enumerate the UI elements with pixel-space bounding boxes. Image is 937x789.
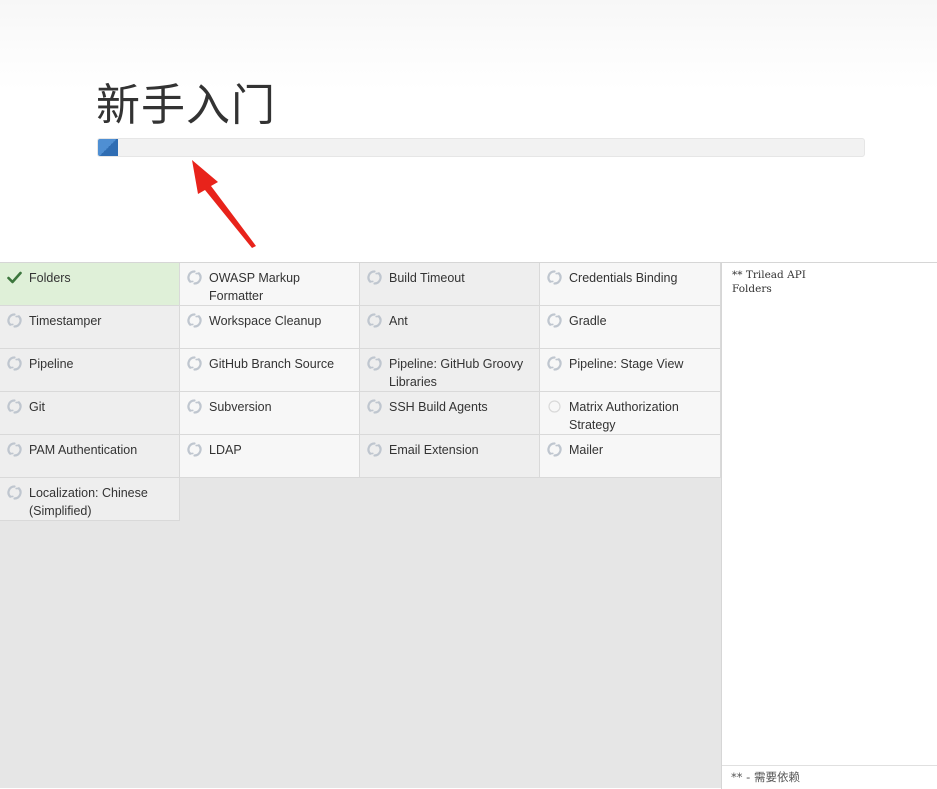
refresh-spinner-icon: [367, 442, 382, 457]
plugin-name: Credentials Binding: [569, 271, 678, 285]
refresh-spinner-icon: [7, 485, 22, 500]
refresh-spinner-icon: [7, 313, 22, 328]
refresh-spinner-icon: [547, 313, 562, 328]
plugin-item: GitHub Branch Source: [180, 349, 360, 392]
plugin-item: Gradle: [540, 306, 721, 349]
plugin-name: Matrix Authorization Strategy: [569, 400, 679, 432]
refresh-spinner-icon: [7, 356, 22, 371]
plugin-item: OWASP Markup Formatter: [180, 263, 360, 306]
refresh-spinner-icon: [547, 356, 562, 371]
plugin-name: Mailer: [569, 443, 604, 457]
plugin-name: Subversion: [209, 400, 272, 414]
plugin-name: GitHub Branch Source: [209, 357, 335, 371]
refresh-spinner-icon: [187, 313, 202, 328]
refresh-spinner-icon: [187, 356, 202, 371]
refresh-spinner-icon: [7, 442, 22, 457]
plugin-item: Subversion: [180, 392, 360, 435]
plugin-item: Git: [0, 392, 180, 435]
plugin-name: Pipeline: [29, 357, 74, 371]
refresh-spinner-icon: [7, 399, 22, 414]
circle-icon: [547, 399, 562, 414]
plugin-name: Pipeline: Stage View: [569, 357, 684, 371]
plugin-name: SSH Build Agents: [389, 400, 488, 414]
plugin-item: Folders: [0, 263, 180, 306]
log-line: ** Trilead API: [732, 269, 806, 281]
plugin-item: Pipeline: GitHub Groovy Libraries: [360, 349, 540, 392]
refresh-spinner-icon: [367, 270, 382, 285]
plugin-item: Localization: Chinese (Simplified): [0, 478, 180, 521]
plugin-item: Build Timeout: [360, 263, 540, 306]
plugin-item: Email Extension: [360, 435, 540, 478]
plugin-name: Workspace Cleanup: [209, 314, 322, 328]
plugin-item: Pipeline: [0, 349, 180, 392]
plugin-name: Build Timeout: [389, 271, 465, 285]
plugin-name: Git: [29, 400, 45, 414]
plugin-grid: Folders OWASP Markup Formatter Build Timeo…: [0, 263, 721, 521]
plugin-item: Matrix Authorization Strategy: [540, 392, 721, 435]
plugin-name: Pipeline: GitHub Groovy Libraries: [389, 357, 524, 389]
refresh-spinner-icon: [547, 442, 562, 457]
refresh-spinner-icon: [187, 442, 202, 457]
plugin-name: Email Extension: [389, 443, 479, 457]
plugin-item: Timestamper: [0, 306, 180, 349]
checkmark-icon: [7, 270, 22, 285]
plugin-name: PAM Authentication: [29, 443, 138, 457]
plugin-install-panel: Folders OWASP Markup Formatter Build Timeo…: [0, 262, 937, 789]
refresh-spinner-icon: [367, 313, 382, 328]
install-progress-fill: [98, 139, 118, 156]
dependency-legend: ** - 需要依赖: [722, 765, 937, 789]
install-progress-bar: [97, 138, 865, 157]
install-log-text: ** Trilead API Folders: [732, 268, 806, 296]
refresh-spinner-icon: [187, 270, 202, 285]
plugin-item: SSH Build Agents: [360, 392, 540, 435]
refresh-spinner-icon: [367, 399, 382, 414]
plugin-item: LDAP: [180, 435, 360, 478]
refresh-spinner-icon: [547, 270, 562, 285]
plugin-item: Ant: [360, 306, 540, 349]
plugin-name: Localization: Chinese (Simplified): [29, 486, 148, 518]
plugin-name: Folders: [29, 271, 71, 285]
red-arrow-annotation-icon: [192, 160, 256, 248]
log-line: Folders: [732, 283, 772, 295]
plugin-item: Mailer: [540, 435, 721, 478]
plugin-name: Timestamper: [29, 314, 102, 328]
plugin-item: Workspace Cleanup: [180, 306, 360, 349]
refresh-spinner-icon: [187, 399, 202, 414]
plugin-item: PAM Authentication: [0, 435, 180, 478]
install-log-panel[interactable]: ** Trilead API Folders ** - 需要依赖: [721, 263, 937, 789]
plugin-name: LDAP: [209, 443, 242, 457]
plugin-name: Gradle: [569, 314, 607, 328]
plugin-name: Ant: [389, 314, 408, 328]
setup-header: 新手入门: [0, 0, 937, 262]
page-title: 新手入门: [96, 80, 276, 131]
plugin-item: Credentials Binding: [540, 263, 721, 306]
plugin-item: Pipeline: Stage View: [540, 349, 721, 392]
plugin-name: OWASP Markup Formatter: [209, 271, 300, 303]
refresh-spinner-icon: [367, 356, 382, 371]
